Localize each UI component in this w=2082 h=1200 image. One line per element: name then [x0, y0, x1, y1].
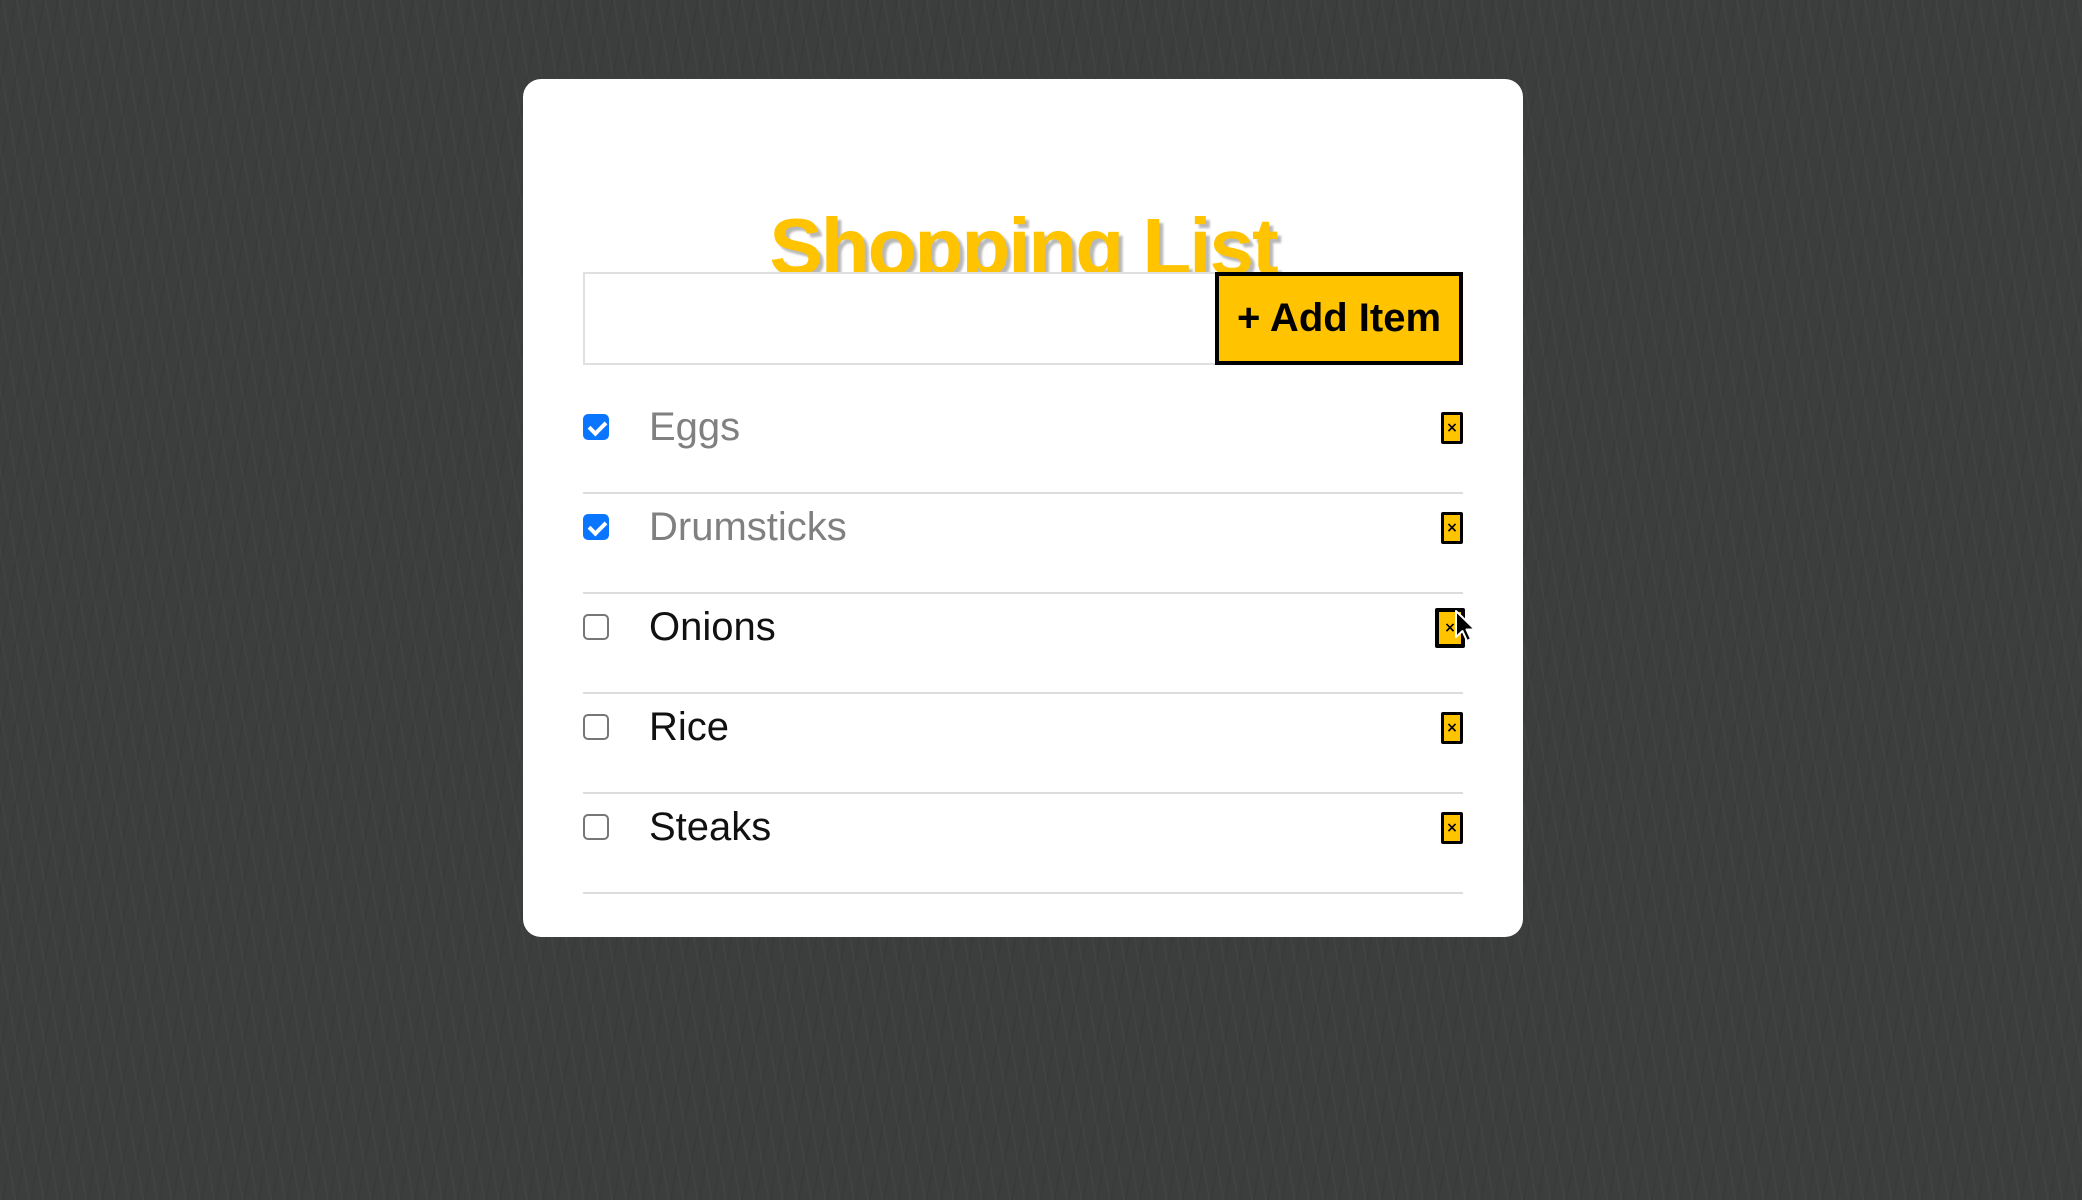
- shopping-list-card: Shopping List + Add Item Eggs × Drumstic…: [523, 79, 1523, 937]
- delete-item-button[interactable]: ×: [1441, 712, 1463, 744]
- list-item: Eggs ×: [583, 394, 1463, 494]
- item-checkbox[interactable]: [583, 414, 609, 440]
- item-checkbox[interactable]: [583, 514, 609, 540]
- item-label: Rice: [649, 705, 730, 749]
- list-item: Onions ×: [583, 594, 1465, 694]
- item-label: Steaks: [649, 805, 772, 849]
- delete-item-button[interactable]: ×: [1441, 412, 1463, 444]
- item-checkbox[interactable]: [583, 814, 609, 840]
- list-item: Steaks ×: [583, 794, 1463, 894]
- close-icon: ×: [1446, 520, 1458, 536]
- list-item: Drumsticks ×: [583, 494, 1463, 594]
- close-icon: ×: [1444, 620, 1456, 636]
- item-label: Onions: [649, 605, 776, 649]
- item-checkbox[interactable]: [583, 714, 609, 740]
- shopping-items-list: Eggs × Drumsticks × Onions × Rice × Stea…: [583, 394, 1465, 894]
- close-icon: ×: [1446, 720, 1458, 736]
- list-item: Rice ×: [583, 694, 1463, 794]
- item-label: Eggs: [649, 405, 741, 449]
- add-item-button[interactable]: + Add Item: [1215, 272, 1463, 365]
- delete-item-button[interactable]: ×: [1441, 812, 1463, 844]
- delete-item-button[interactable]: ×: [1441, 512, 1463, 544]
- delete-item-button[interactable]: ×: [1435, 608, 1465, 648]
- close-icon: ×: [1446, 420, 1458, 436]
- item-label: Drumsticks: [649, 505, 847, 549]
- new-item-input[interactable]: [583, 272, 1215, 365]
- add-item-form: + Add Item: [583, 272, 1463, 365]
- item-checkbox[interactable]: [583, 614, 609, 640]
- close-icon: ×: [1446, 820, 1458, 836]
